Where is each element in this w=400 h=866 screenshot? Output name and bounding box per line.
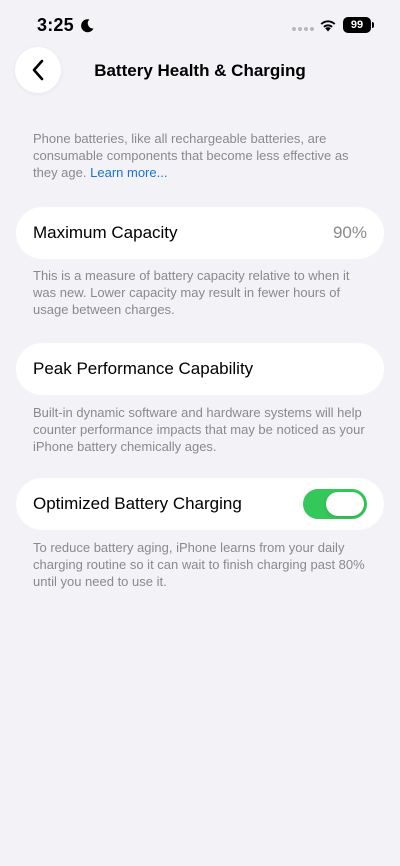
maximum-capacity-description: This is a measure of battery capacity re… bbox=[33, 268, 350, 317]
battery-icon: 99 bbox=[343, 17, 374, 33]
toggle-knob bbox=[326, 492, 364, 516]
peak-performance-label: Peak Performance Capability bbox=[33, 359, 254, 378]
optimized-charging-label: Optimized Battery Charging bbox=[33, 494, 242, 513]
cellular-signal-icon bbox=[292, 27, 314, 31]
maximum-capacity-value: 90% bbox=[332, 223, 367, 242]
maximum-capacity-label: Maximum Capacity bbox=[33, 223, 178, 242]
learn-more-link[interactable]: Learn more... bbox=[90, 165, 167, 180]
optimized-charging-toggle[interactable] bbox=[303, 489, 367, 519]
page-title: Battery Health & Charging bbox=[94, 61, 306, 80]
intro-description: Phone batteries, like all rechargeable b… bbox=[33, 131, 349, 180]
status-time: 3:25 bbox=[37, 15, 74, 35]
peak-performance-row[interactable]: Peak Performance Capability bbox=[16, 343, 384, 395]
optimized-charging-row: Optimized Battery Charging bbox=[16, 478, 384, 530]
optimized-charging-description: To reduce battery aging, iPhone learns f… bbox=[33, 540, 365, 589]
peak-performance-description: Built-in dynamic software and hardware s… bbox=[33, 405, 365, 454]
status-bar: 3:25 99 bbox=[0, 0, 400, 50]
wifi-icon bbox=[320, 20, 336, 32]
intro-text: Phone batteries, like all rechargeable b… bbox=[33, 130, 373, 181]
maximum-capacity-row: Maximum Capacity 90% bbox=[16, 207, 384, 259]
battery-level: 99 bbox=[350, 19, 364, 31]
moon-icon bbox=[81, 19, 94, 33]
